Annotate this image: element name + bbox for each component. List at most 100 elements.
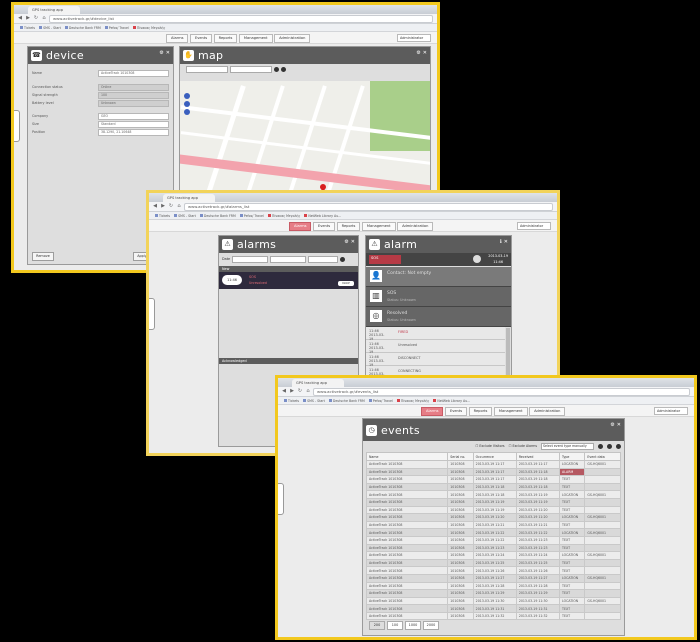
bookmark[interactable]: Tickets bbox=[284, 399, 299, 403]
status-select[interactable] bbox=[308, 255, 339, 263]
settings-icon[interactable]: ⚙ bbox=[416, 50, 420, 56]
date-from-input[interactable] bbox=[186, 66, 228, 73]
table-row[interactable]: ActiveTrack 1010308 1010308 2013-03-19 11:… bbox=[366, 573, 621, 583]
settings-icon[interactable]: ⚙ bbox=[344, 239, 348, 245]
play-icon[interactable] bbox=[274, 67, 279, 72]
tab-events[interactable]: Events bbox=[312, 221, 336, 231]
home-icon[interactable]: ⌂ bbox=[176, 202, 182, 211]
page-size-option[interactable]: 200 bbox=[369, 621, 385, 630]
user-menu[interactable]: Administrator bbox=[517, 222, 551, 230]
export-icon[interactable] bbox=[616, 443, 621, 449]
forward-icon[interactable]: ▶ bbox=[289, 387, 295, 396]
tab-management[interactable]: Management bbox=[361, 221, 396, 231]
tab-alarms[interactable]: Alarms bbox=[421, 406, 444, 416]
tab-reports[interactable]: Reports bbox=[468, 406, 493, 416]
tab-management[interactable]: Management bbox=[493, 406, 528, 416]
table-row[interactable]: ActiveTrack 1010308 1010308 2013-03-19 11:… bbox=[366, 604, 621, 613]
tab-events[interactable]: Events bbox=[444, 406, 468, 416]
col-serial[interactable]: Serial no. bbox=[447, 452, 474, 461]
bookmark[interactable]: Deutsche Bank FRM bbox=[328, 399, 365, 403]
search-icon[interactable] bbox=[598, 443, 603, 449]
user-menu[interactable]: Administrator bbox=[654, 407, 688, 415]
home-icon[interactable]: ⌂ bbox=[305, 387, 311, 396]
bookmark[interactable]: SMS - Start bbox=[303, 399, 325, 403]
settings-icon[interactable]: ⚙ bbox=[610, 422, 614, 428]
col-name[interactable]: Name bbox=[366, 452, 449, 461]
page-size-option[interactable]: 2000 bbox=[423, 621, 439, 630]
tab-administration[interactable]: Administration bbox=[274, 33, 311, 43]
page-size-option[interactable]: 1000 bbox=[405, 621, 421, 630]
bookmark[interactable]: NetWeb Library Au... bbox=[304, 214, 341, 218]
back-icon[interactable]: ◀ bbox=[281, 387, 287, 396]
table-row[interactable]: ActiveTrack 1010308 1010308 2013-03-19 11:… bbox=[366, 467, 621, 477]
company-select[interactable]: GEO bbox=[98, 113, 169, 120]
forward-icon[interactable]: ▶ bbox=[160, 202, 166, 211]
tab-administration[interactable]: Administration bbox=[397, 221, 434, 231]
tab-alarms[interactable]: Alarms bbox=[289, 221, 312, 231]
zoom-out-icon[interactable] bbox=[184, 109, 190, 115]
side-handle[interactable] bbox=[278, 483, 284, 515]
bookmark[interactable]: Πίνακας Μεγαλής bbox=[267, 214, 300, 218]
user-menu[interactable]: Administrator bbox=[397, 34, 431, 42]
address-bar[interactable]: www.activetrack.gr/#device_list bbox=[49, 14, 433, 23]
bookmark[interactable]: Deutsche Bank FRM bbox=[64, 26, 101, 30]
address-bar[interactable]: www.activetrack.gr/#alarms_list bbox=[184, 202, 553, 211]
tab-reports[interactable]: Reports bbox=[336, 221, 361, 231]
alarm-section-resolved[interactable]: ◎ Resolved Status: Unknown bbox=[366, 307, 511, 327]
table-row[interactable]: ActiveTrack 1010308 1010308 2013-03-19 11:… bbox=[366, 490, 621, 499]
alarm-section-contact[interactable]: 👤 Contact: Not empty bbox=[366, 267, 511, 287]
bookmark[interactable]: Deutsche Bank FRM bbox=[199, 214, 236, 218]
table-row[interactable]: ActiveTrack 1010308 1010308 2013-03-19 11:… bbox=[366, 596, 621, 606]
close-icon[interactable]: ✕ bbox=[617, 422, 621, 428]
alarm-list-item[interactable]: 11:46 SOS Unresolved Notif bbox=[219, 272, 358, 289]
table-row[interactable]: ActiveTrack 1010308 1010308 2013-03-19 11:… bbox=[366, 475, 621, 484]
date-to-input[interactable] bbox=[230, 66, 272, 73]
table-row[interactable]: ActiveTrack 1010308 1010308 2013-03-19 11:… bbox=[366, 551, 621, 560]
home-icon[interactable]: ⌂ bbox=[41, 14, 47, 23]
reload-icon[interactable]: ↻ bbox=[297, 387, 303, 396]
clear-icon[interactable] bbox=[607, 443, 612, 449]
bookmark[interactable]: Tickets bbox=[155, 214, 170, 218]
pan-icon[interactable] bbox=[184, 93, 190, 99]
table-row[interactable]: ActiveTrack 1010308 1010308 2013-03-19 11:… bbox=[366, 611, 621, 620]
browser-tab[interactable]: GPS tracking app bbox=[28, 6, 80, 14]
col-occurrence[interactable]: Occurrence bbox=[472, 452, 517, 461]
close-icon[interactable]: ✕ bbox=[504, 239, 508, 245]
bookmark[interactable]: SMS - Start bbox=[39, 26, 61, 30]
browser-tab[interactable]: GPS tracking app bbox=[292, 379, 344, 387]
table-row[interactable]: ActiveTrack 1010308 1010308 2013-03-19 11:… bbox=[366, 497, 621, 507]
position-input[interactable]: 38.1290, 21.10648 bbox=[98, 129, 169, 136]
tab-events[interactable]: Events bbox=[189, 33, 213, 43]
table-row[interactable]: ActiveTrack 1010308 1010308 2013-03-19 11:… bbox=[366, 528, 621, 537]
table-row[interactable]: ActiveTrack 1010308 1010308 2013-03-19 11:… bbox=[366, 482, 621, 492]
back-icon[interactable]: ◀ bbox=[17, 14, 23, 23]
remove-button[interactable]: Remove bbox=[32, 252, 54, 261]
back-icon[interactable]: ◀ bbox=[152, 202, 158, 211]
table-row[interactable]: ActiveTrack 1010308 1010308 2013-03-19 11:… bbox=[366, 535, 621, 545]
exclude-alarms-checkbox[interactable]: ☐ Exclude Alarms bbox=[509, 444, 537, 448]
refresh-icon[interactable]: ⚙ bbox=[159, 50, 163, 56]
table-row[interactable]: ActiveTrack 1010308 1010308 2013-03-19 11:… bbox=[366, 581, 621, 591]
date-from-input[interactable] bbox=[232, 255, 269, 263]
side-handle[interactable] bbox=[14, 110, 20, 142]
reload-icon[interactable]: ↻ bbox=[168, 202, 174, 211]
bookmark[interactable]: SMS - Start bbox=[174, 214, 196, 218]
bookmark[interactable]: Πίνακας Μεγαλής bbox=[396, 399, 429, 403]
forward-icon[interactable]: ▶ bbox=[25, 14, 31, 23]
browser-tab[interactable]: GPS tracking app bbox=[163, 194, 215, 202]
date-to-input[interactable] bbox=[270, 255, 307, 263]
table-row[interactable]: ActiveTrack 1010308 1010308 2013-03-19 11:… bbox=[366, 543, 621, 553]
name-input[interactable]: ActiveTrack 1010308 bbox=[98, 70, 169, 77]
info-icon[interactable] bbox=[281, 67, 286, 72]
bookmark[interactable]: Pefos/ Travel bbox=[104, 26, 129, 30]
alarm-section-sos[interactable]: ▥ SOS Status: Unknown bbox=[366, 287, 511, 307]
table-row[interactable]: ActiveTrack 1010308 1010308 2013-03-19 11:… bbox=[366, 460, 621, 469]
event-type-select[interactable]: Select event type manually bbox=[541, 442, 594, 450]
side-handle[interactable] bbox=[149, 298, 155, 330]
tab-administration[interactable]: Administration bbox=[529, 406, 566, 416]
close-icon[interactable]: ✕ bbox=[351, 239, 355, 245]
bookmark[interactable]: Pefos/ Travel bbox=[239, 214, 264, 218]
page-size-option[interactable]: 100 bbox=[387, 621, 403, 630]
table-row[interactable]: ActiveTrack 1010308 1010308 2013-03-19 11:… bbox=[366, 520, 621, 530]
address-bar[interactable]: www.activetrack.gr/#events_list bbox=[313, 387, 690, 396]
